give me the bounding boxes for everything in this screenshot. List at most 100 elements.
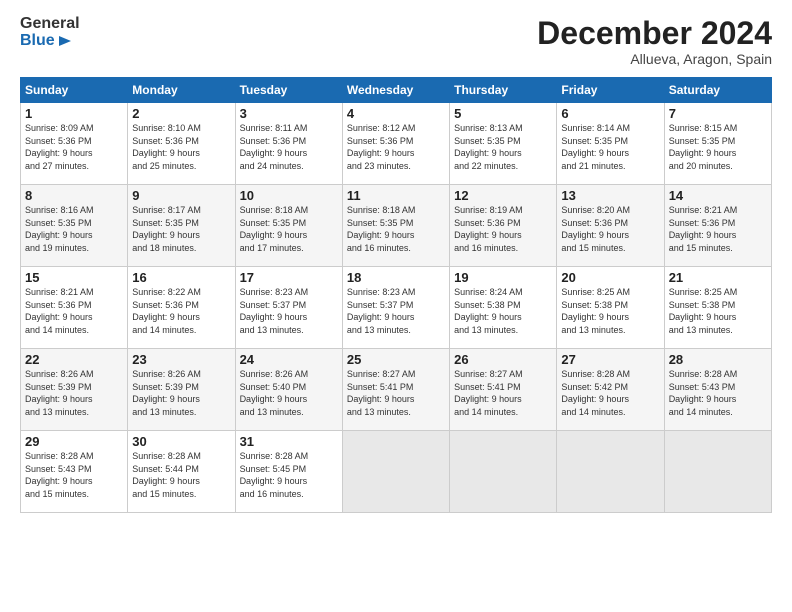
calendar-week-4: 22Sunrise: 8:26 AM Sunset: 5:39 PM Dayli… (21, 349, 772, 431)
calendar-cell (664, 431, 771, 513)
calendar-cell (450, 431, 557, 513)
day-number: 13 (561, 188, 659, 203)
day-number: 16 (132, 270, 230, 285)
day-info: Sunrise: 8:18 AM Sunset: 5:35 PM Dayligh… (240, 204, 338, 254)
calendar-cell: 27Sunrise: 8:28 AM Sunset: 5:42 PM Dayli… (557, 349, 664, 431)
day-info: Sunrise: 8:27 AM Sunset: 5:41 PM Dayligh… (454, 368, 552, 418)
title-area: December 2024 Allueva, Aragon, Spain (537, 16, 772, 67)
calendar-cell: 12Sunrise: 8:19 AM Sunset: 5:36 PM Dayli… (450, 185, 557, 267)
day-number: 23 (132, 352, 230, 367)
calendar-cell: 22Sunrise: 8:26 AM Sunset: 5:39 PM Dayli… (21, 349, 128, 431)
calendar-week-3: 15Sunrise: 8:21 AM Sunset: 5:36 PM Dayli… (21, 267, 772, 349)
day-number: 1 (25, 106, 123, 121)
day-info: Sunrise: 8:18 AM Sunset: 5:35 PM Dayligh… (347, 204, 445, 254)
day-header-monday: Monday (128, 78, 235, 103)
day-number: 22 (25, 352, 123, 367)
calendar-cell: 3Sunrise: 8:11 AM Sunset: 5:36 PM Daylig… (235, 103, 342, 185)
day-info: Sunrise: 8:14 AM Sunset: 5:35 PM Dayligh… (561, 122, 659, 172)
day-number: 17 (240, 270, 338, 285)
day-number: 24 (240, 352, 338, 367)
calendar-cell: 24Sunrise: 8:26 AM Sunset: 5:40 PM Dayli… (235, 349, 342, 431)
day-header-thursday: Thursday (450, 78, 557, 103)
day-number: 31 (240, 434, 338, 449)
day-number: 7 (669, 106, 767, 121)
day-info: Sunrise: 8:23 AM Sunset: 5:37 PM Dayligh… (240, 286, 338, 336)
calendar-cell: 5Sunrise: 8:13 AM Sunset: 5:35 PM Daylig… (450, 103, 557, 185)
day-number: 11 (347, 188, 445, 203)
day-info: Sunrise: 8:28 AM Sunset: 5:43 PM Dayligh… (669, 368, 767, 418)
day-number: 4 (347, 106, 445, 121)
calendar-cell: 10Sunrise: 8:18 AM Sunset: 5:35 PM Dayli… (235, 185, 342, 267)
day-number: 10 (240, 188, 338, 203)
day-info: Sunrise: 8:27 AM Sunset: 5:41 PM Dayligh… (347, 368, 445, 418)
day-info: Sunrise: 8:26 AM Sunset: 5:39 PM Dayligh… (25, 368, 123, 418)
location: Allueva, Aragon, Spain (537, 51, 772, 67)
calendar-cell: 9Sunrise: 8:17 AM Sunset: 5:35 PM Daylig… (128, 185, 235, 267)
calendar-cell: 18Sunrise: 8:23 AM Sunset: 5:37 PM Dayli… (342, 267, 449, 349)
day-number: 5 (454, 106, 552, 121)
day-header-saturday: Saturday (664, 78, 771, 103)
logo-svg: General Blue (20, 16, 80, 50)
calendar-week-2: 8Sunrise: 8:16 AM Sunset: 5:35 PM Daylig… (21, 185, 772, 267)
day-info: Sunrise: 8:15 AM Sunset: 5:35 PM Dayligh… (669, 122, 767, 172)
day-info: Sunrise: 8:13 AM Sunset: 5:35 PM Dayligh… (454, 122, 552, 172)
blue-arrow-icon (57, 32, 75, 50)
day-number: 21 (669, 270, 767, 285)
day-info: Sunrise: 8:17 AM Sunset: 5:35 PM Dayligh… (132, 204, 230, 254)
day-number: 6 (561, 106, 659, 121)
day-number: 20 (561, 270, 659, 285)
calendar-cell: 14Sunrise: 8:21 AM Sunset: 5:36 PM Dayli… (664, 185, 771, 267)
day-info: Sunrise: 8:12 AM Sunset: 5:36 PM Dayligh… (347, 122, 445, 172)
day-header-friday: Friday (557, 78, 664, 103)
day-info: Sunrise: 8:23 AM Sunset: 5:37 PM Dayligh… (347, 286, 445, 336)
calendar-cell: 31Sunrise: 8:28 AM Sunset: 5:45 PM Dayli… (235, 431, 342, 513)
day-info: Sunrise: 8:28 AM Sunset: 5:43 PM Dayligh… (25, 450, 123, 500)
day-number: 30 (132, 434, 230, 449)
day-number: 26 (454, 352, 552, 367)
day-number: 25 (347, 352, 445, 367)
calendar-cell: 26Sunrise: 8:27 AM Sunset: 5:41 PM Dayli… (450, 349, 557, 431)
day-number: 8 (25, 188, 123, 203)
day-info: Sunrise: 8:10 AM Sunset: 5:36 PM Dayligh… (132, 122, 230, 172)
logo: General Blue (20, 16, 80, 50)
day-info: Sunrise: 8:11 AM Sunset: 5:36 PM Dayligh… (240, 122, 338, 172)
day-info: Sunrise: 8:28 AM Sunset: 5:44 PM Dayligh… (132, 450, 230, 500)
day-info: Sunrise: 8:28 AM Sunset: 5:42 PM Dayligh… (561, 368, 659, 418)
calendar-cell: 29Sunrise: 8:28 AM Sunset: 5:43 PM Dayli… (21, 431, 128, 513)
day-number: 29 (25, 434, 123, 449)
day-info: Sunrise: 8:20 AM Sunset: 5:36 PM Dayligh… (561, 204, 659, 254)
day-number: 15 (25, 270, 123, 285)
calendar-cell: 1Sunrise: 8:09 AM Sunset: 5:36 PM Daylig… (21, 103, 128, 185)
calendar-cell (342, 431, 449, 513)
calendar-cell: 28Sunrise: 8:28 AM Sunset: 5:43 PM Dayli… (664, 349, 771, 431)
calendar-cell: 15Sunrise: 8:21 AM Sunset: 5:36 PM Dayli… (21, 267, 128, 349)
calendar-cell: 4Sunrise: 8:12 AM Sunset: 5:36 PM Daylig… (342, 103, 449, 185)
day-number: 14 (669, 188, 767, 203)
day-number: 9 (132, 188, 230, 203)
day-info: Sunrise: 8:21 AM Sunset: 5:36 PM Dayligh… (25, 286, 123, 336)
calendar-cell: 21Sunrise: 8:25 AM Sunset: 5:38 PM Dayli… (664, 267, 771, 349)
calendar-cell: 8Sunrise: 8:16 AM Sunset: 5:35 PM Daylig… (21, 185, 128, 267)
calendar-cell: 13Sunrise: 8:20 AM Sunset: 5:36 PM Dayli… (557, 185, 664, 267)
calendar-cell: 20Sunrise: 8:25 AM Sunset: 5:38 PM Dayli… (557, 267, 664, 349)
day-number: 3 (240, 106, 338, 121)
day-number: 28 (669, 352, 767, 367)
day-info: Sunrise: 8:26 AM Sunset: 5:40 PM Dayligh… (240, 368, 338, 418)
day-number: 19 (454, 270, 552, 285)
day-number: 12 (454, 188, 552, 203)
day-info: Sunrise: 8:25 AM Sunset: 5:38 PM Dayligh… (669, 286, 767, 336)
day-info: Sunrise: 8:28 AM Sunset: 5:45 PM Dayligh… (240, 450, 338, 500)
calendar-cell: 25Sunrise: 8:27 AM Sunset: 5:41 PM Dayli… (342, 349, 449, 431)
day-header-sunday: Sunday (21, 78, 128, 103)
day-info: Sunrise: 8:16 AM Sunset: 5:35 PM Dayligh… (25, 204, 123, 254)
calendar-cell (557, 431, 664, 513)
calendar-cell: 16Sunrise: 8:22 AM Sunset: 5:36 PM Dayli… (128, 267, 235, 349)
day-info: Sunrise: 8:24 AM Sunset: 5:38 PM Dayligh… (454, 286, 552, 336)
calendar-cell: 6Sunrise: 8:14 AM Sunset: 5:35 PM Daylig… (557, 103, 664, 185)
calendar-week-1: 1Sunrise: 8:09 AM Sunset: 5:36 PM Daylig… (21, 103, 772, 185)
day-number: 18 (347, 270, 445, 285)
page-header: General Blue December 2024 Allueva, Arag… (20, 16, 772, 67)
month-title: December 2024 (537, 16, 772, 51)
day-info: Sunrise: 8:25 AM Sunset: 5:38 PM Dayligh… (561, 286, 659, 336)
day-info: Sunrise: 8:22 AM Sunset: 5:36 PM Dayligh… (132, 286, 230, 336)
